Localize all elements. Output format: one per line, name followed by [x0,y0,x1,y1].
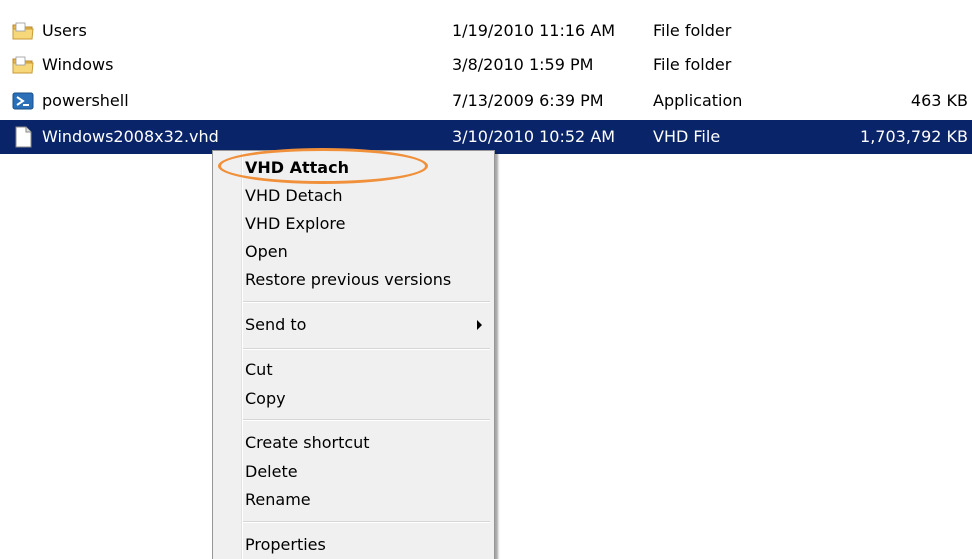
submenu-arrow-icon [477,320,482,330]
menu-item-open[interactable]: Open [245,238,490,266]
file-size: 1,703,792 KB [860,127,968,146]
powershell-icon [12,90,34,112]
file-name: Windows [42,55,114,74]
menu-item-restore-previous-versions[interactable]: Restore previous versions [245,266,490,294]
menu-item-create-shortcut[interactable]: Create shortcut [245,429,490,457]
file-date: 3/10/2010 10:52 AM [452,127,616,146]
file-size: 463 KB [910,91,968,110]
file-row-powershell[interactable]: powershell 7/13/2009 6:39 PM Application… [0,84,972,118]
menu-gutter [241,153,243,559]
menu-item-label: Send to [245,315,307,334]
menu-item-vhd-detach[interactable]: VHD Detach [245,182,490,210]
context-menu: VHD Attach VHD Detach VHD Explore Open R… [212,150,495,559]
file-type: File folder [653,21,732,40]
menu-item-send-to[interactable]: Send to [245,311,490,339]
file-row-vhd[interactable]: Windows2008x32.vhd 3/10/2010 10:52 AM VH… [0,120,972,154]
menu-separator [243,419,490,421]
menu-item-properties[interactable]: Properties [245,531,490,559]
file-row-users[interactable]: Users 1/19/2010 11:16 AM File folder [0,14,972,48]
menu-item-cut[interactable]: Cut [245,356,490,384]
menu-separator [243,301,490,303]
file-row-windows[interactable]: Windows 3/8/2010 1:59 PM File folder [0,48,972,82]
file-name: Users [42,21,87,40]
file-date: 1/19/2010 11:16 AM [452,21,616,40]
file-name: Windows2008x32.vhd [42,127,219,146]
folder-icon [12,54,34,76]
file-type: File folder [653,55,732,74]
file-date: 7/13/2009 6:39 PM [452,91,604,110]
menu-item-delete[interactable]: Delete [245,458,490,486]
menu-item-copy[interactable]: Copy [245,385,490,413]
menu-separator [243,348,490,350]
menu-item-rename[interactable]: Rename [245,486,490,514]
file-name: powershell [42,91,129,110]
file-type: Application [653,91,743,110]
folder-icon [12,20,34,42]
highlight-ring-annotation [218,148,428,184]
explorer-window: Users 1/19/2010 11:16 AM File folder Win… [0,0,972,559]
menu-separator [243,521,490,523]
file-icon [12,126,34,148]
menu-item-vhd-explore[interactable]: VHD Explore [245,210,490,238]
file-date: 3/8/2010 1:59 PM [452,55,594,74]
file-type: VHD File [653,127,721,146]
